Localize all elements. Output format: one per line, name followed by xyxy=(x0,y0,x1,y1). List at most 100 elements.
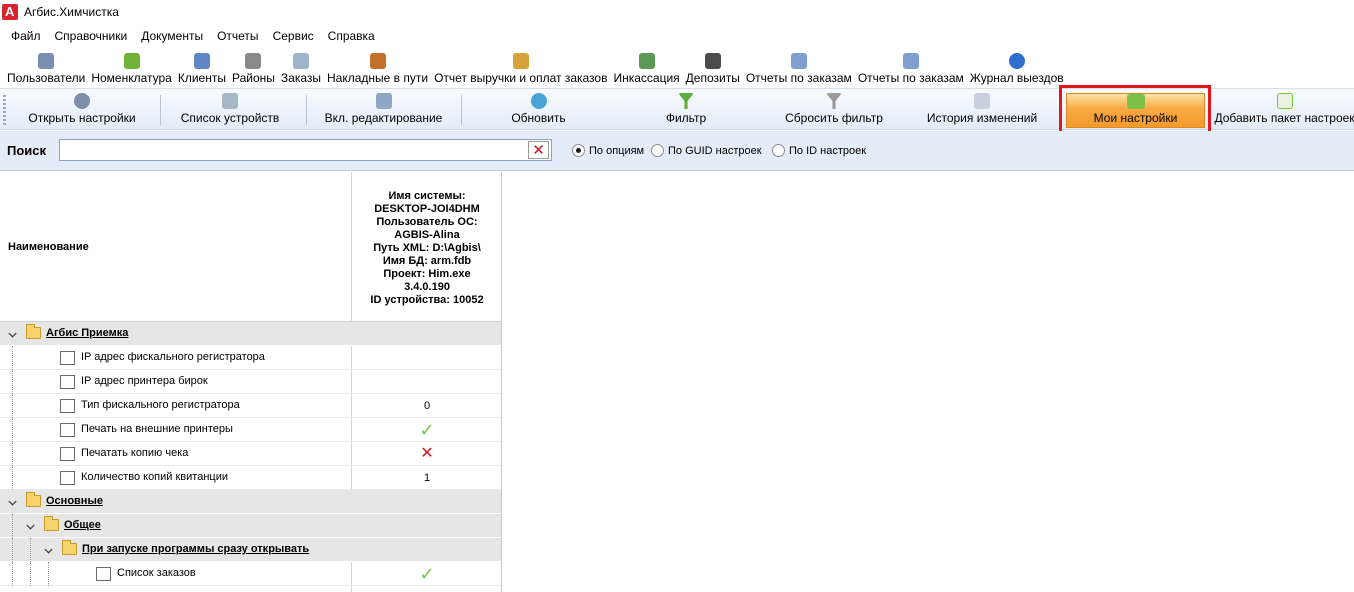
value-cell[interactable] xyxy=(352,322,501,346)
radio-by-guid[interactable]: По GUID настроек xyxy=(651,144,762,157)
toolbar-button-label: Депозиты xyxy=(685,71,740,85)
truck-icon xyxy=(369,53,386,69)
filter-label: Фильтр xyxy=(665,111,707,125)
name-cell: Основные xyxy=(0,490,351,514)
tree-item-row[interactable]: Печать на внешние принтеры ✓ xyxy=(0,418,501,442)
device-list-label: Список устройств xyxy=(180,111,280,125)
toolbar-button-5[interactable]: Накладные в пути xyxy=(324,50,431,88)
tree-item-row[interactable]: Тип фискального регистратора 0 xyxy=(0,394,501,418)
grid-header: Наименование Имя системы: DESKTOP-JOI4DHM… xyxy=(0,172,501,322)
value-cell[interactable] xyxy=(352,490,501,514)
tree-group-row[interactable]: При запуске программы сразу открывать xyxy=(0,538,501,562)
menu-service[interactable]: Сервис xyxy=(266,29,321,43)
orders-icon xyxy=(292,53,309,69)
menu-file[interactable]: Файл xyxy=(4,29,48,43)
clear-search-button[interactable]: ✕ xyxy=(528,141,549,159)
value-cell[interactable]: 1 xyxy=(352,466,501,490)
menu-reports[interactable]: Отчеты xyxy=(210,29,265,43)
device-header-line: Проект: Him.exe xyxy=(383,268,471,280)
radio-by-id[interactable]: По ID настроек xyxy=(772,144,866,157)
column-header-name[interactable]: Наименование xyxy=(8,241,89,253)
radio-by-guid-label: По GUID настроек xyxy=(668,144,762,157)
column-header-device[interactable]: Имя системы: DESKTOP-JOI4DHM Пользователь … xyxy=(352,190,501,307)
close-icon: ✕ xyxy=(532,141,545,159)
districts-icon xyxy=(245,53,262,69)
chevron-down-icon[interactable] xyxy=(26,521,35,530)
chevron-down-icon[interactable] xyxy=(8,329,17,338)
value-cell[interactable]: ✕ xyxy=(352,442,501,466)
enable-editing-button[interactable]: Вкл. редактирование xyxy=(325,93,442,127)
value-cell[interactable]: ✓ xyxy=(352,418,501,442)
toolbar-button-3[interactable]: Районы xyxy=(229,50,278,88)
toolbar-button-label: Отчеты по заказам xyxy=(857,71,964,85)
checkmark-icon: ✓ xyxy=(419,564,435,584)
menu-help[interactable]: Справка xyxy=(321,29,382,43)
toolbar-button-0[interactable]: Пользователи xyxy=(4,50,88,88)
tree-item-row[interactable]: Печатать копию чека ✕ xyxy=(0,442,501,466)
menu-documents[interactable]: Документы xyxy=(134,29,210,43)
value-cell[interactable]: 0 xyxy=(352,394,501,418)
toolbar-separator xyxy=(160,95,161,125)
name-cell: Печать на внешние принтеры xyxy=(0,418,351,442)
value-cell[interactable]: ✓ xyxy=(352,562,501,586)
menu-bar: Файл Справочники Документы Отчеты Сервис… xyxy=(0,25,1354,47)
reset-filter-icon xyxy=(826,93,842,109)
toolbar-button-10[interactable]: Отчеты по заказам xyxy=(855,50,967,88)
tree-group-row[interactable]: Общее xyxy=(0,514,501,538)
tree-item-row[interactable]: Список заказов ✓ xyxy=(0,562,501,586)
toolbar-button-6[interactable]: Отчет выручки и оплат заказов xyxy=(431,50,610,88)
setting-label: Печатать копию чека xyxy=(81,447,189,459)
tree-guide-line xyxy=(12,442,13,466)
add-settings-package-label: Добавить пакет настроек xyxy=(1214,111,1354,125)
toolbar-button-2[interactable]: Клиенты xyxy=(175,50,229,88)
arrow-right-circle-icon xyxy=(1008,53,1025,69)
setting-label: Количество копий квитанции xyxy=(81,471,228,483)
change-history-button[interactable]: История изменений xyxy=(926,93,1038,127)
device-header-line: Имя БД: arm.fdb xyxy=(382,255,472,267)
filter-button[interactable]: Фильтр xyxy=(665,93,707,127)
toolbar-button-1[interactable]: Номенклатура xyxy=(88,50,175,88)
toolbar-button-label: Районы xyxy=(231,71,275,85)
toolbar-button-8[interactable]: Депозиты xyxy=(683,50,743,88)
menu-references[interactable]: Справочники xyxy=(48,29,135,43)
checkmark-icon: ✓ xyxy=(419,420,435,440)
tree-group-row[interactable]: Агбис Приемка xyxy=(0,322,501,346)
toolbar-button-9[interactable]: Отчеты по заказам xyxy=(743,50,855,88)
toolbar-button-4[interactable]: Заказы xyxy=(278,50,324,88)
highlight-frame xyxy=(1059,85,1211,134)
value-cell[interactable] xyxy=(352,514,501,538)
radio-button-icon xyxy=(572,144,585,157)
value-cell[interactable] xyxy=(352,370,501,394)
value-cell[interactable] xyxy=(352,346,501,370)
toolbar-button-11[interactable]: Журнал выездов xyxy=(967,50,1067,88)
device-list-button[interactable]: Список устройств xyxy=(180,93,280,127)
refresh-label: Обновить xyxy=(511,111,566,125)
tree-item-row[interactable]: Количество копий квитанции 1 xyxy=(0,466,501,490)
toolbar-grip[interactable] xyxy=(3,95,6,125)
orders-report-icon xyxy=(790,53,807,69)
add-settings-package-button[interactable]: Добавить пакет настроек xyxy=(1214,93,1354,127)
toolbar-button-7[interactable]: Инкассация xyxy=(610,50,682,88)
tree-group-row[interactable]: Основные xyxy=(0,490,501,514)
search-input[interactable] xyxy=(59,139,552,161)
toolbar-button-label: Пользователи xyxy=(7,71,86,85)
window-title: Агбис.Химчистка xyxy=(24,5,119,19)
folder-icon xyxy=(26,324,41,339)
refresh-button[interactable]: Обновить xyxy=(511,93,566,127)
open-settings-button[interactable]: Открыть настройки xyxy=(28,93,136,127)
nomenclature-icon xyxy=(123,53,140,69)
radio-by-options[interactable]: По опциям xyxy=(572,144,644,157)
value-cell[interactable] xyxy=(352,538,501,562)
tree-guide-line xyxy=(12,466,13,490)
device-header-line: Путь XML: D:\Agbis\ xyxy=(373,242,481,254)
chevron-down-icon[interactable] xyxy=(44,545,53,554)
radio-by-options-label: По опциям xyxy=(589,144,645,157)
setting-icon xyxy=(60,351,75,365)
chevron-down-icon[interactable] xyxy=(8,497,17,506)
name-cell: Тип фискального регистратора xyxy=(0,394,351,418)
tree-item-row[interactable]: IP адрес принтера бирок xyxy=(0,370,501,394)
device-header-line: ID устройства: 10052 xyxy=(370,294,484,306)
value-text: 0 xyxy=(423,400,431,412)
reset-filter-button[interactable]: Сбросить фильтр xyxy=(785,93,883,127)
tree-item-row[interactable]: IP адрес фискального регистратора xyxy=(0,346,501,370)
